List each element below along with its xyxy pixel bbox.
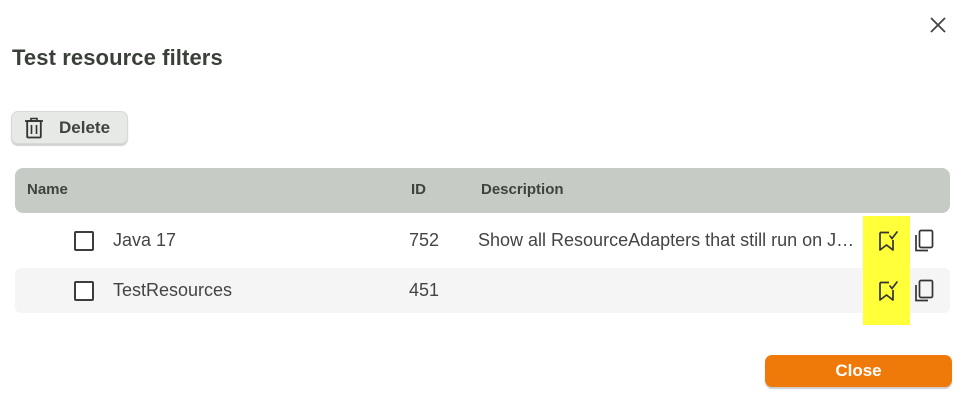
copy-icon[interactable] — [912, 278, 936, 304]
row-id: 451 — [409, 280, 440, 300]
row-id: 752 — [409, 230, 440, 250]
filters-dialog: Test resource filters Delete Name ID Des… — [0, 0, 969, 401]
column-header-name[interactable]: Name — [27, 181, 68, 198]
row-checkbox[interactable] — [74, 281, 94, 301]
delete-button-label: Delete — [59, 117, 111, 137]
dialog-title: Test resource filters — [12, 45, 223, 70]
column-header-id[interactable]: ID — [411, 181, 426, 198]
close-button[interactable]: Close — [765, 355, 952, 387]
bookmark-check-icon[interactable] — [876, 228, 900, 254]
bookmark-check-icon[interactable] — [876, 278, 900, 304]
trash-icon — [24, 117, 44, 139]
row-checkbox[interactable] — [74, 231, 94, 251]
table-row[interactable]: TestResources 451 — [15, 268, 950, 313]
copy-icon[interactable] — [912, 228, 936, 254]
close-icon[interactable] — [927, 14, 949, 36]
row-description: Show all ResourceAdapters that still run… — [478, 230, 855, 250]
table-header: Name ID Description — [15, 168, 950, 213]
table-row[interactable]: Java 17 752 Show all ResourceAdapters th… — [15, 218, 950, 263]
row-name: TestResources — [113, 280, 233, 300]
column-header-description[interactable]: Description — [481, 181, 564, 198]
row-name: Java 17 — [113, 230, 177, 250]
delete-button[interactable]: Delete — [11, 111, 128, 144]
